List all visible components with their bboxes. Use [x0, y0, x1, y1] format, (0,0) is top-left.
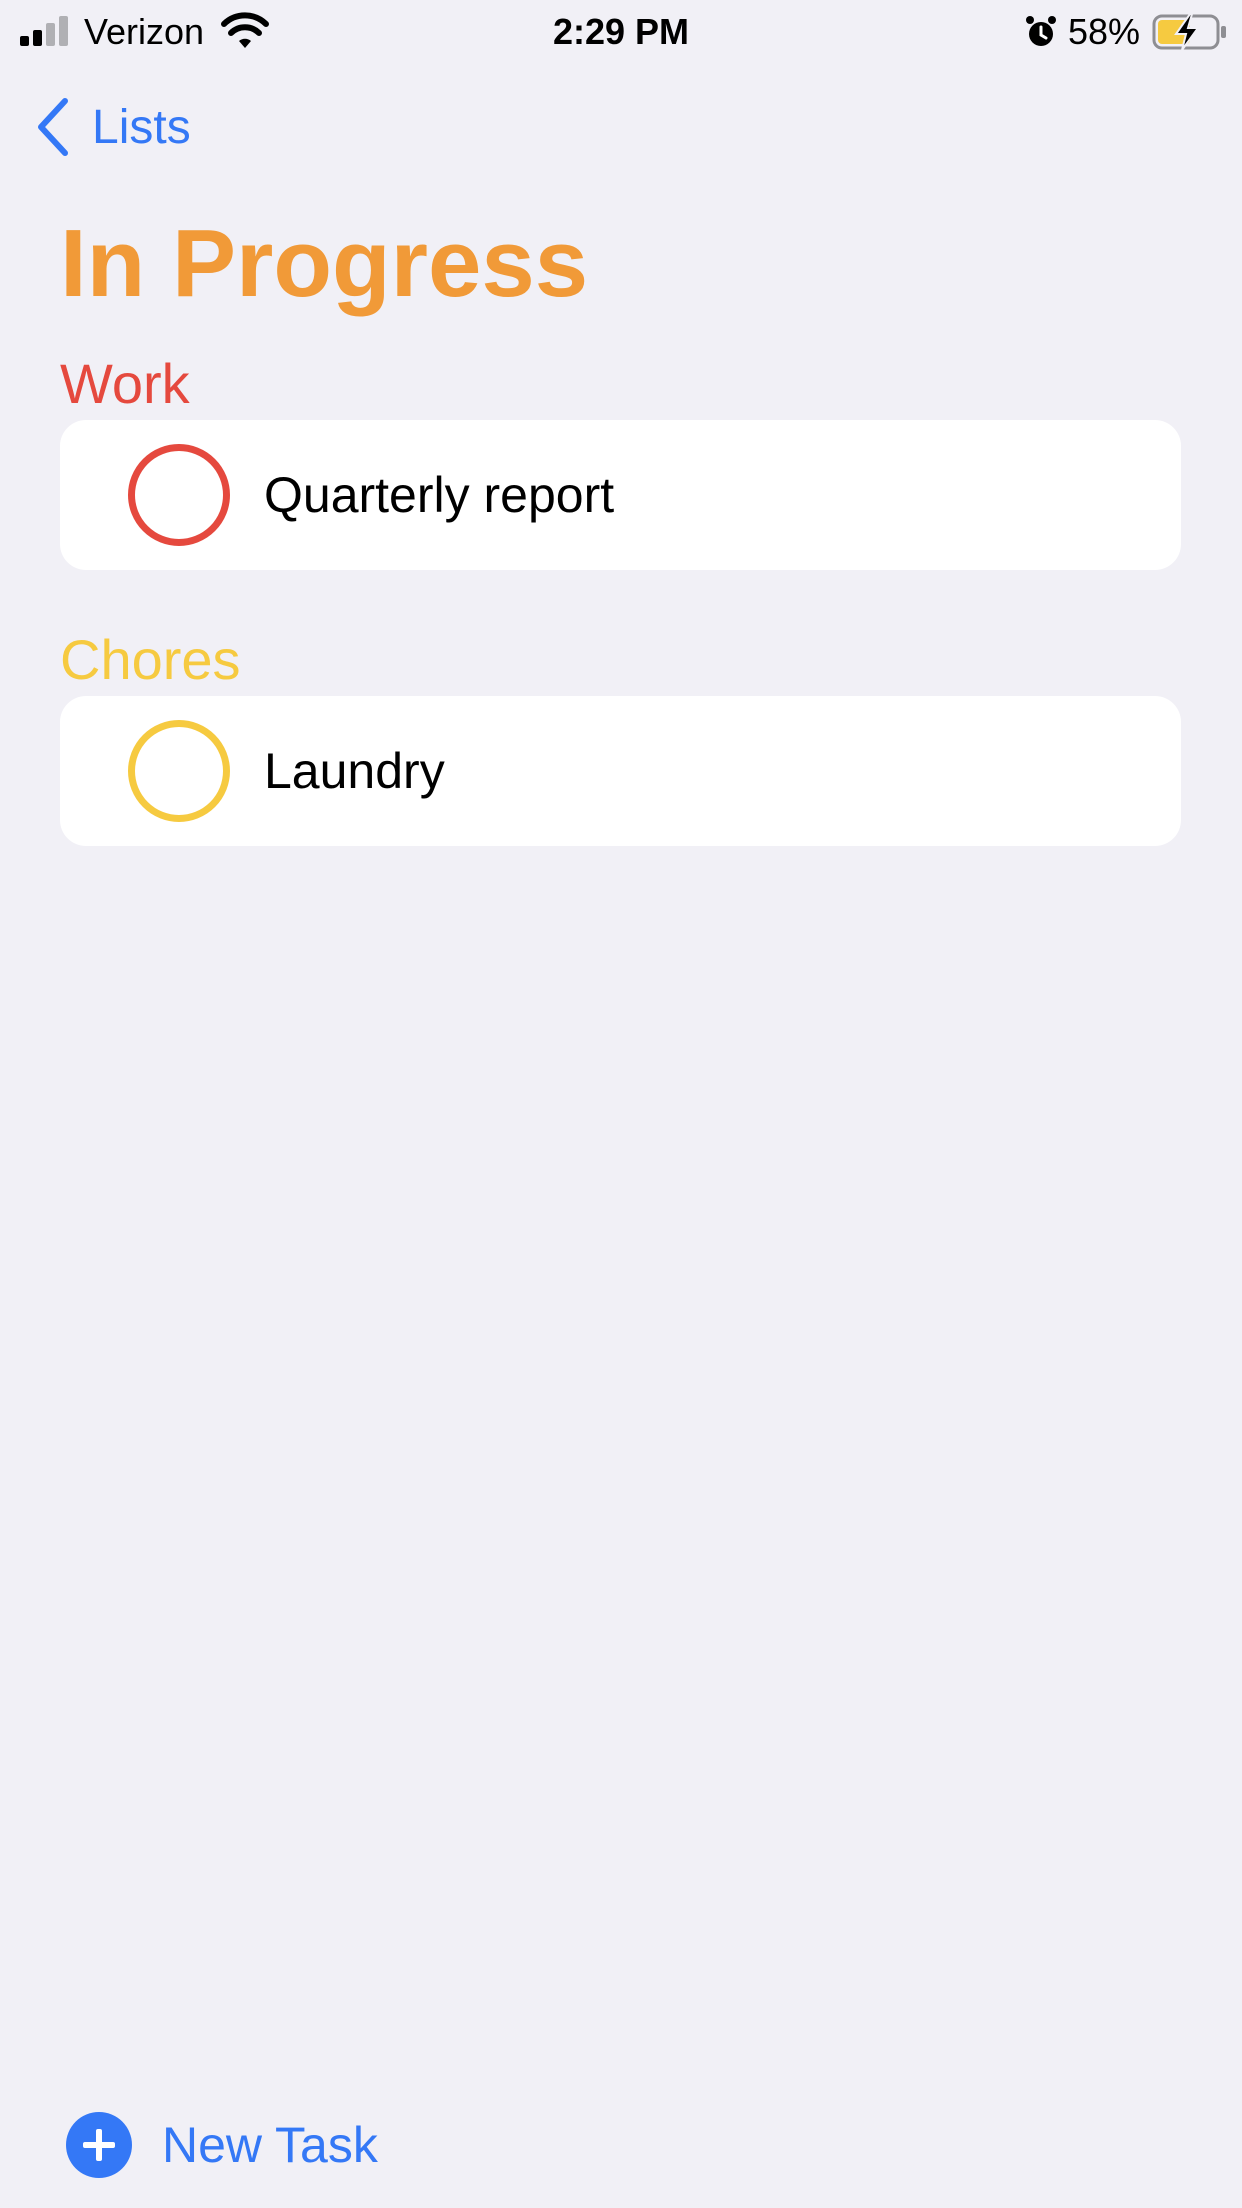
battery-percent: 58% — [1068, 11, 1141, 52]
back-button[interactable]: Lists — [36, 92, 191, 162]
task-checkbox[interactable] — [128, 720, 230, 822]
task-row[interactable]: Quarterly report — [60, 420, 1181, 570]
back-label: Lists — [92, 100, 191, 154]
section-header-work: Work — [60, 352, 190, 415]
task-checkbox[interactable] — [128, 444, 230, 546]
task-title[interactable]: Laundry — [264, 696, 445, 846]
section-header-chores: Chores — [60, 628, 241, 691]
battery-charging-icon — [1152, 13, 1226, 51]
task-title[interactable]: Quarterly report — [264, 420, 614, 570]
new-task-button[interactable]: New Task — [66, 2112, 378, 2178]
alarm-icon — [1026, 16, 1056, 46]
new-task-label: New Task — [162, 2117, 378, 2173]
status-bar: Verizon 2:29 PM 58% — [0, 0, 1242, 62]
task-row[interactable]: Laundry — [60, 696, 1181, 846]
page-title: In Progress — [60, 210, 589, 317]
chevron-left-icon — [38, 98, 68, 156]
plus-circle-icon — [66, 2112, 132, 2178]
